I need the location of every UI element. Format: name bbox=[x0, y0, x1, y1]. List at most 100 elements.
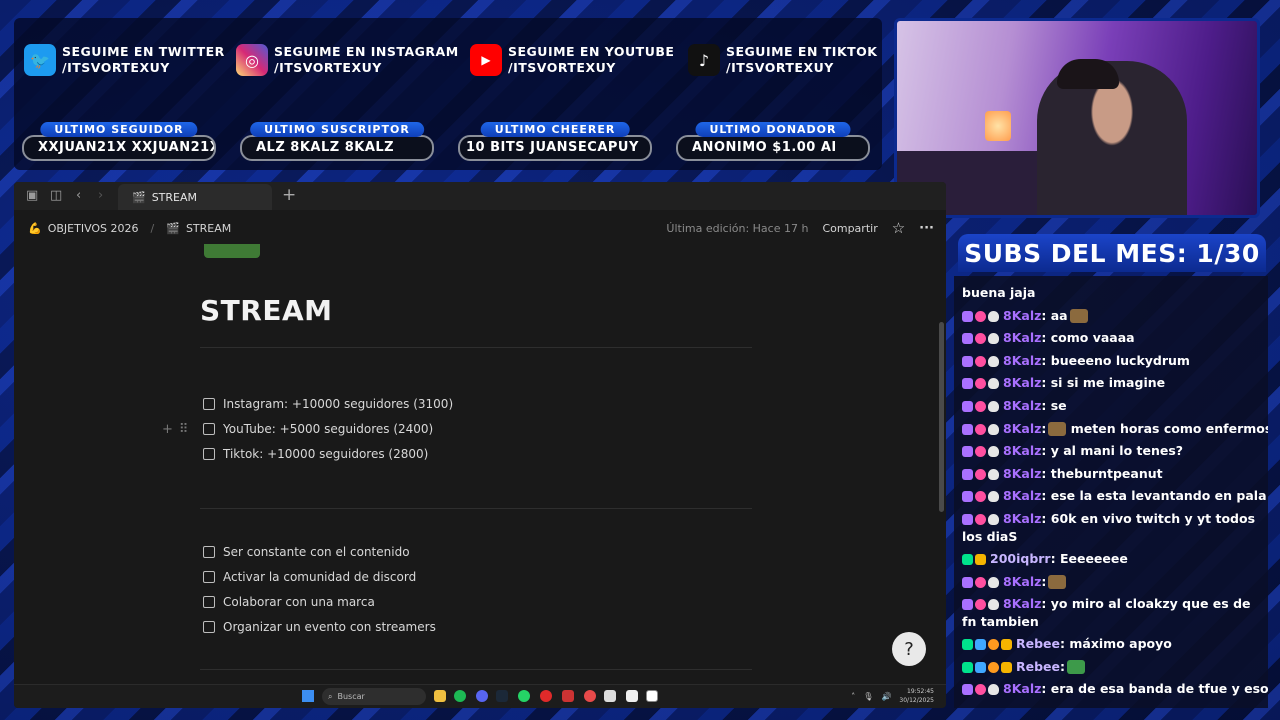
skull-badge-icon bbox=[988, 513, 999, 525]
bicep-icon: 💪 bbox=[28, 221, 42, 235]
todo-item[interactable]: Organizar un evento con streamers bbox=[203, 620, 436, 634]
workspace-icon[interactable]: ▣ bbox=[26, 188, 38, 203]
chat-username[interactable]: 8Kalz bbox=[1003, 330, 1041, 345]
social-youtube-handle: /ITSVORTEXUY bbox=[508, 60, 616, 75]
todo-item[interactable]: Tiktok: +10000 seguidores (2800) bbox=[203, 447, 428, 461]
chat-badges bbox=[962, 639, 1012, 651]
add-block-icon[interactable]: + bbox=[162, 422, 173, 437]
chat-username[interactable]: Rebee bbox=[1016, 659, 1060, 674]
skull-badge-icon bbox=[988, 423, 999, 435]
chat-username[interactable]: 8Kalz bbox=[1003, 421, 1041, 436]
block-handle[interactable]: + ⠿ bbox=[162, 422, 188, 437]
chat-username[interactable]: 8Kalz bbox=[1003, 398, 1041, 413]
pink-badge-icon bbox=[975, 491, 986, 503]
app-icon[interactable] bbox=[626, 690, 638, 702]
todo-item[interactable]: Ser constante con el contenido bbox=[203, 545, 410, 559]
chat-text: meten horas como enfermos bbox=[1066, 420, 1268, 436]
new-tab-button[interactable]: + bbox=[282, 185, 296, 205]
purple-badge-icon bbox=[962, 684, 973, 696]
chat-username[interactable]: Rebee bbox=[1016, 636, 1060, 651]
steam-icon[interactable] bbox=[496, 690, 508, 702]
gold-badge-icon bbox=[1001, 639, 1012, 651]
chat-username[interactable]: 8Kalz bbox=[1003, 596, 1041, 611]
blue-badge-icon bbox=[975, 661, 986, 673]
skull-badge-icon bbox=[988, 684, 999, 696]
spotify-icon[interactable] bbox=[454, 690, 466, 702]
todo-text: Instagram: +10000 seguidores (3100) bbox=[223, 397, 454, 411]
opera-icon[interactable] bbox=[540, 690, 552, 702]
divider bbox=[200, 347, 752, 348]
app-icon[interactable] bbox=[562, 690, 574, 702]
chat-message: 8Kalz: ese la esta levantando en pala bbox=[962, 485, 1267, 508]
help-button[interactable]: ? bbox=[892, 632, 926, 666]
todo-checkbox[interactable] bbox=[203, 546, 215, 558]
social-instagram: ◎ SEGUIME EN INSTAGRAM /ITSVORTEXUY bbox=[236, 44, 459, 76]
more-options-icon[interactable]: ··· bbox=[919, 221, 934, 236]
taskbar-search[interactable]: ⌕ Buscar bbox=[322, 688, 426, 705]
whatsapp-icon[interactable] bbox=[518, 690, 530, 702]
chat-username[interactable]: 8Kalz bbox=[1003, 308, 1041, 323]
todo-text: Tiktok: +10000 seguidores (2800) bbox=[223, 447, 429, 461]
file-explorer-icon[interactable] bbox=[434, 690, 446, 702]
chat-username[interactable]: 8Kalz bbox=[1003, 511, 1041, 526]
chat-message: 8Kalz: yo miro al cloakzy que es de fn t… bbox=[962, 595, 1260, 631]
green-badge-icon bbox=[962, 639, 973, 651]
todo-item[interactable]: YouTube: +5000 seguidores (2400) bbox=[203, 422, 433, 436]
divider bbox=[200, 669, 752, 670]
chat-message: 8Kalz: como vaaaa bbox=[962, 327, 1260, 350]
todo-checkbox[interactable] bbox=[203, 423, 215, 435]
sidebar-toggle-icon[interactable]: ◫ bbox=[50, 188, 62, 203]
chat-badges bbox=[962, 661, 1012, 673]
todo-checkbox[interactable] bbox=[203, 398, 215, 410]
notion-icon[interactable] bbox=[646, 690, 658, 702]
purple-badge-icon bbox=[962, 355, 973, 367]
social-tiktok-title: SEGUIME EN TIKTOK bbox=[726, 44, 878, 59]
breadcrumb-stream[interactable]: STREAM bbox=[186, 222, 231, 235]
todo-checkbox[interactable] bbox=[203, 571, 215, 583]
app-icon[interactable] bbox=[604, 690, 616, 702]
chat-username[interactable]: 8Kalz bbox=[1003, 488, 1041, 503]
todo-item[interactable]: Instagram: +10000 seguidores (3100) bbox=[203, 397, 453, 411]
obs-icon[interactable] bbox=[584, 690, 596, 702]
chat-username[interactable]: 200iqbrr bbox=[990, 551, 1051, 566]
chat-username[interactable]: 8Kalz bbox=[1003, 375, 1041, 390]
share-button[interactable]: Compartir bbox=[822, 222, 877, 235]
discord-icon[interactable] bbox=[476, 690, 488, 702]
chat-message: 200iqbrr: Eeeeeeee bbox=[962, 548, 1260, 571]
pink-badge-icon bbox=[975, 333, 986, 345]
todo-item[interactable]: Activar la comunidad de discord bbox=[203, 570, 416, 584]
subs-goal-banner: SUBS DEL MES: 1/30 bbox=[958, 234, 1266, 272]
clock[interactable]: 19:52:45 30/12/2025 bbox=[899, 687, 934, 705]
todo-checkbox[interactable] bbox=[203, 621, 215, 633]
stream-chat: buena jaja 8Kalz: aa 8Kalz: como vaaaa 8Kal… bbox=[954, 276, 1268, 708]
todo-checkbox[interactable] bbox=[203, 596, 215, 608]
purple-badge-icon bbox=[962, 378, 973, 390]
chat-username[interactable]: 8Kalz bbox=[1003, 353, 1041, 368]
chevron-up-icon[interactable]: ˄ bbox=[851, 692, 855, 701]
system-tray: ˄ 🎙 🔊 19:52:45 30/12/2025 bbox=[851, 687, 934, 705]
chat-username[interactable]: 8Kalz bbox=[1003, 466, 1041, 481]
page-title[interactable]: STREAM bbox=[200, 294, 333, 327]
clock-time: 19:52:45 bbox=[907, 688, 934, 695]
microphone-icon[interactable]: 🎙 bbox=[863, 692, 873, 701]
chat-badges bbox=[962, 491, 999, 503]
tab-stream[interactable]: 🎬 STREAM bbox=[118, 184, 272, 210]
chat-badges bbox=[962, 468, 999, 480]
chat-username[interactable]: 8Kalz bbox=[1003, 681, 1041, 696]
forward-icon[interactable]: › bbox=[98, 188, 103, 203]
back-icon[interactable]: ‹ bbox=[76, 188, 81, 203]
pink-badge-icon bbox=[975, 423, 986, 435]
chat-username[interactable]: 8Kalz bbox=[1003, 443, 1041, 458]
page-scrollbar[interactable] bbox=[939, 322, 944, 512]
todo-item[interactable]: Colaborar con una marca bbox=[203, 595, 375, 609]
chat-text: : Eeeeeeee bbox=[1050, 550, 1128, 566]
chat-badges bbox=[962, 513, 999, 525]
windows-start-icon[interactable] bbox=[302, 690, 314, 702]
drag-handle-icon[interactable]: ⠿ bbox=[179, 422, 189, 437]
breadcrumb-objetivos[interactable]: OBJETIVOS 2026 bbox=[48, 222, 139, 235]
todo-checkbox[interactable] bbox=[203, 448, 215, 460]
volume-icon[interactable]: 🔊 bbox=[881, 692, 891, 701]
social-tiktok: ♪ SEGUIME EN TIKTOK /ITSVORTEXUY bbox=[688, 44, 878, 76]
star-icon[interactable]: ☆ bbox=[892, 219, 905, 237]
chat-username[interactable]: 8Kalz bbox=[1003, 574, 1041, 589]
